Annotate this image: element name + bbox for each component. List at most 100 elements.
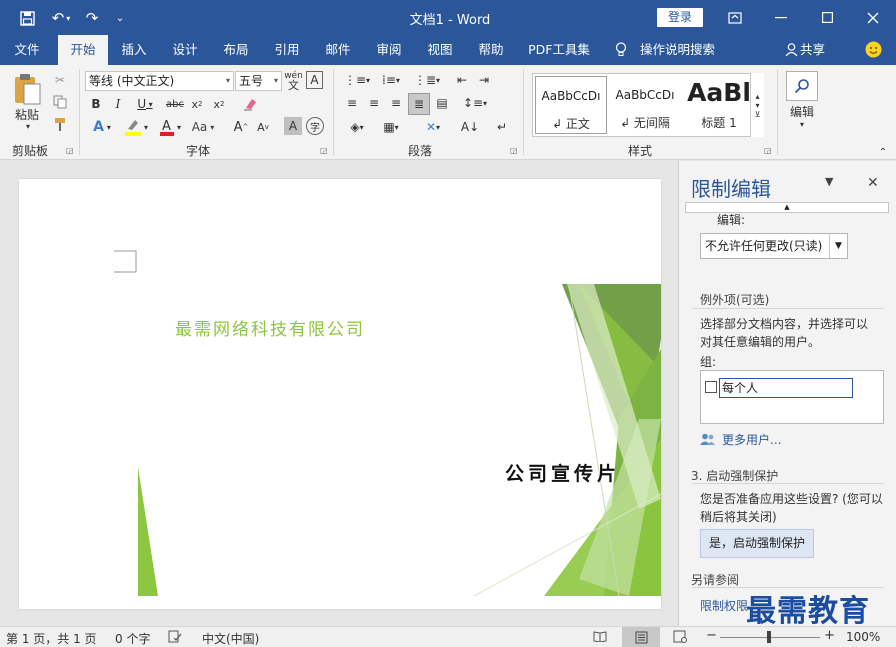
shading-icon[interactable]: ◈ ▾ [342, 117, 372, 137]
sort-icon[interactable]: A↓ [460, 117, 480, 137]
page-count[interactable]: 第 1 页，共 1 页 [6, 630, 97, 647]
tab-review[interactable]: 审阅 [367, 35, 411, 65]
line-spacing-icon[interactable]: ↕≡ ▾ [460, 93, 490, 113]
clear-formatting-icon[interactable] [240, 94, 260, 114]
cut-icon[interactable]: ✂ [50, 71, 70, 89]
tab-view[interactable]: 视图 [418, 35, 462, 65]
share-button[interactable]: 共享 [800, 35, 830, 65]
print-layout-icon[interactable] [622, 627, 660, 647]
word-count[interactable]: 0 个字 [115, 630, 150, 647]
styles-launcher-icon[interactable]: ◲ [764, 146, 772, 155]
chinese-layout-icon[interactable]: ✕ ▾ [418, 117, 448, 137]
underline-icon[interactable]: U ▾ [131, 95, 159, 113]
superscript-icon[interactable]: x2 [210, 95, 228, 113]
increase-indent-icon[interactable]: ⇥ [474, 71, 494, 89]
highlight-color-icon[interactable]: ▾ [120, 117, 152, 137]
everyone-checkbox[interactable] [705, 381, 717, 393]
font-size-select[interactable]: 五号 ▾ [235, 71, 282, 91]
tab-help[interactable]: 帮助 [469, 35, 513, 65]
style-heading-1[interactable]: AaBl 标题 1 [683, 76, 755, 134]
more-icon[interactable]: ⊻ [755, 110, 761, 119]
copy-icon[interactable] [50, 93, 70, 111]
undo-icon[interactable]: ↶ ▾ [46, 8, 76, 28]
edit-type-select[interactable]: 不允许任何更改(只读) ▼ [700, 233, 848, 259]
ribbon-display-options-icon[interactable] [712, 0, 758, 35]
strikethrough-icon[interactable]: abc [164, 95, 186, 113]
numbering-icon[interactable]: ⁞≡ ▾ [376, 71, 406, 89]
subscript-icon[interactable]: x2 [188, 95, 206, 113]
tab-references[interactable]: 引用 [265, 35, 309, 65]
paragraph-launcher-icon[interactable]: ◲ [510, 146, 518, 155]
paste-dropdown-icon[interactable]: ▾ [22, 121, 34, 131]
tab-mailings[interactable]: 邮件 [316, 35, 360, 65]
smiley-feedback-icon[interactable] [862, 35, 884, 65]
read-mode-icon[interactable] [593, 630, 607, 645]
pane-options-icon[interactable]: ▼ [825, 175, 833, 188]
change-case-icon[interactable]: Aa ▾ [188, 117, 218, 137]
enclose-characters-icon[interactable]: 字 [306, 117, 324, 135]
text-effects-icon[interactable]: A ▾ [87, 117, 117, 137]
style-normal[interactable]: AaBbCcDı ↲ 正文 [535, 76, 607, 134]
font-color-icon[interactable]: A ▾ [155, 117, 185, 137]
grow-font-icon[interactable]: A ^ [232, 117, 250, 137]
redo-icon[interactable]: ↷ [82, 8, 102, 28]
close-window-icon[interactable] [850, 0, 896, 35]
editing-dropdown-icon[interactable]: ▾ [796, 119, 808, 129]
zoom-out-icon[interactable]: − [706, 628, 717, 643]
zoom-slider-thumb[interactable] [767, 631, 771, 643]
search-icon[interactable] [786, 71, 818, 101]
character-shading-icon[interactable]: A [284, 117, 302, 135]
style-no-spacing[interactable]: AaBbCcDı ↲ 无间隔 [609, 76, 681, 134]
justify-icon[interactable]: ≣ [408, 93, 430, 115]
save-icon[interactable] [17, 8, 37, 28]
more-users-link[interactable]: 更多用户... [722, 431, 781, 448]
tab-file[interactable]: 文件 [4, 35, 50, 65]
multilevel-list-icon[interactable]: ⋮≣ ▾ [410, 71, 444, 89]
decrease-indent-icon[interactable]: ⇤ [452, 71, 472, 89]
align-center-icon[interactable]: ≡ [364, 93, 384, 113]
customize-toolbar-icon[interactable]: ⌄ [112, 8, 128, 28]
restrict-permission-link[interactable]: 限制权限 [700, 597, 748, 614]
everyone-group-item[interactable]: 每个人 [719, 378, 853, 398]
login-button[interactable]: 登录 [657, 8, 703, 27]
chevron-down-icon[interactable]: ▾ [755, 101, 759, 110]
tell-me-search[interactable]: 操作说明搜索 [640, 35, 720, 65]
tab-design[interactable]: 设计 [163, 35, 207, 65]
tab-pdf-tools[interactable]: PDF工具集 [522, 35, 596, 65]
character-border-icon[interactable]: A [306, 71, 323, 89]
shrink-font-icon[interactable]: Av [254, 117, 272, 137]
web-layout-icon[interactable] [673, 630, 687, 646]
tab-home[interactable]: 开始 [58, 35, 108, 65]
align-left-icon[interactable]: ≡ [342, 93, 362, 113]
tab-insert[interactable]: 插入 [112, 35, 156, 65]
font-name-select[interactable]: 等线 (中文正文) ▾ [85, 71, 234, 91]
align-right-icon[interactable]: ≡ [386, 93, 406, 113]
pane-scroll-up[interactable]: ▲ [685, 202, 889, 213]
format-painter-icon[interactable] [50, 115, 70, 133]
start-enforcing-button[interactable]: 是，启动强制保护 [700, 529, 814, 558]
tab-layout[interactable]: 布局 [214, 35, 258, 65]
phonetic-guide-icon[interactable]: wén 文 [284, 70, 303, 92]
distributed-icon[interactable]: ▤ [432, 93, 452, 113]
close-pane-icon[interactable]: ✕ [867, 175, 879, 191]
proofing-icon[interactable] [168, 630, 182, 646]
collapse-ribbon-icon[interactable]: ⌃ [876, 147, 890, 158]
show-formatting-icon[interactable]: ↵ [494, 117, 510, 137]
bold-icon[interactable]: B [87, 95, 105, 113]
document-page[interactable]: 最需网络科技有限公司 公司宣传片 [19, 179, 661, 609]
clipboard-launcher-icon[interactable]: ◲ [66, 146, 74, 155]
paste-button[interactable]: 粘贴 [12, 107, 42, 122]
font-launcher-icon[interactable]: ◲ [320, 146, 328, 155]
language-indicator[interactable]: 中文(中国) [202, 630, 259, 647]
zoom-level[interactable]: 100% [846, 630, 880, 644]
maximize-icon[interactable] [804, 0, 850, 35]
minimize-icon[interactable] [758, 0, 804, 35]
bullets-icon[interactable]: ⋮≡ ▾ [342, 71, 372, 89]
editing-button[interactable]: 编辑 [782, 103, 822, 119]
chevron-up-icon[interactable]: ▴ [755, 92, 759, 101]
italic-icon[interactable]: I [109, 95, 127, 113]
borders-icon[interactable]: ▦ ▾ [376, 117, 406, 137]
zoom-in-icon[interactable]: + [824, 628, 835, 643]
styles-scroll[interactable]: ▴ ▾ ⊻ [750, 73, 764, 137]
paste-icon[interactable] [10, 71, 44, 107]
